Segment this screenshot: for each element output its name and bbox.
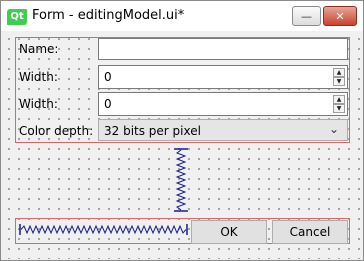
designer-form-window: Qt Form - editingModel.ui* — ✕ Name: Wid… bbox=[0, 0, 364, 261]
vertical-spacer[interactable] bbox=[171, 148, 191, 212]
width-spinbox-1[interactable]: 0 ▲ ▼ bbox=[98, 65, 348, 89]
close-icon: ✕ bbox=[335, 9, 345, 23]
spin-buttons-2[interactable]: ▲ ▼ bbox=[333, 95, 345, 113]
name-input[interactable] bbox=[98, 38, 348, 60]
ok-button[interactable]: OK bbox=[191, 220, 267, 244]
chevron-down-icon: ⌄ bbox=[328, 122, 339, 136]
width-value-1: 0 bbox=[104, 70, 112, 84]
cancel-button[interactable]: Cancel bbox=[272, 220, 348, 244]
window-title: Form - editingModel.ui* bbox=[32, 8, 185, 23]
close-button[interactable]: ✕ bbox=[323, 6, 357, 26]
title-bar[interactable]: Qt Form - editingModel.ui* — ✕ bbox=[1, 1, 363, 31]
name-label: Name: bbox=[19, 42, 59, 56]
width-spinbox-2[interactable]: 0 ▲ ▼ bbox=[98, 92, 348, 116]
spin-buttons-1[interactable]: ▲ ▼ bbox=[333, 68, 345, 86]
qt-logo-icon: Qt bbox=[7, 9, 27, 25]
color-depth-label: Color depth: bbox=[19, 124, 94, 138]
width-label-1: Width: bbox=[19, 70, 58, 84]
width-label-2: Width: bbox=[19, 97, 58, 111]
spin-up-icon[interactable]: ▲ bbox=[333, 68, 345, 77]
spin-down-icon[interactable]: ▼ bbox=[333, 77, 345, 86]
minimize-icon: — bbox=[301, 9, 312, 23]
form-canvas[interactable]: Name: Width: 0 ▲ ▼ Width: 0 ▲ ▼ Color de… bbox=[2, 32, 362, 259]
color-depth-combobox[interactable]: 32 bits per pixel ⌄ bbox=[98, 119, 348, 141]
color-depth-value: 32 bits per pixel bbox=[104, 124, 201, 138]
horizontal-spacer[interactable] bbox=[19, 223, 189, 236]
spin-down-icon[interactable]: ▼ bbox=[333, 104, 345, 113]
width-value-2: 0 bbox=[104, 97, 112, 111]
spin-up-icon[interactable]: ▲ bbox=[333, 95, 345, 104]
minimize-button[interactable]: — bbox=[292, 6, 321, 26]
